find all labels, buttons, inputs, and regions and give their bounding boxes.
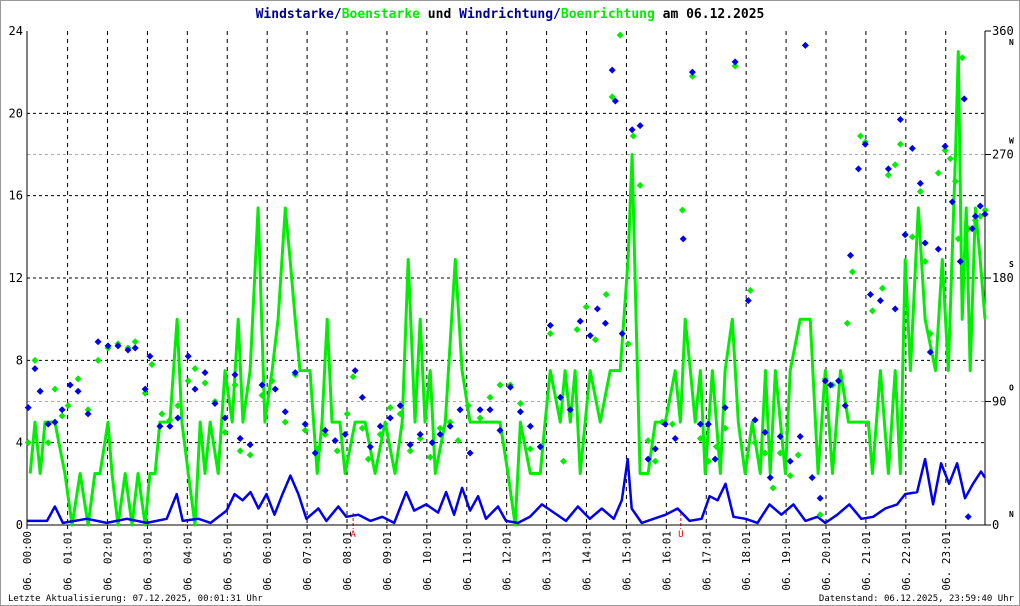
y-tick-label-right: 180	[992, 271, 1014, 285]
data-timestamp-text: Datenstand: 06.12.2025, 23:59:40 Uhr	[819, 594, 1015, 604]
y-tick-label-left: 20	[9, 106, 23, 120]
x-tick-label: 06. 17:01	[700, 531, 713, 591]
compass-label: O	[1009, 384, 1014, 393]
x-tick-label: 06. 05:01	[221, 531, 234, 591]
x-tick-label: 06. 13:01	[541, 531, 554, 591]
x-tick-label: 06. 09:01	[381, 531, 394, 591]
sun-marker-label: U	[678, 530, 683, 540]
y-tick-label-right: 0	[992, 518, 999, 532]
compass-label: W	[1009, 137, 1014, 146]
x-tick-label: 06. 15:01	[620, 531, 633, 591]
x-tick-label: 06. 20:01	[820, 531, 833, 591]
y-tick-label-left: 0	[16, 518, 23, 532]
x-tick-label: 06. 18:01	[740, 531, 753, 591]
x-tick-label: 06. 16:01	[660, 531, 673, 591]
y-tick-label-left: 16	[9, 189, 23, 203]
chart-border	[0, 0, 1020, 606]
wind-chart: Windstarke/Boenstarke und Windrichtung/B…	[0, 0, 1020, 606]
x-tick-label: 06. 06:01	[261, 531, 274, 591]
x-tick-label: 06. 14:01	[581, 531, 594, 591]
x-tick-label: 06. 12:01	[501, 531, 514, 591]
compass-label: S	[1009, 260, 1014, 269]
title-windrichtung: Windrichtung/	[459, 7, 561, 22]
title-boenrichtung: Boenrichtung	[561, 7, 655, 22]
compass-label: N	[1009, 510, 1014, 519]
x-tick-label: 06. 23:01	[940, 531, 953, 591]
y-tick-label-left: 4	[16, 436, 23, 450]
x-tick-label: 06. 00:00	[21, 531, 34, 591]
last-update-text: Letzte Aktualisierung: 07.12.2025, 00:01…	[8, 594, 263, 604]
title-date: am 06.12.2025	[655, 7, 765, 22]
x-tick-label: 06. 07:01	[301, 531, 314, 591]
x-tick-label: 06. 21:01	[860, 531, 873, 591]
y-tick-label-left: 24	[9, 24, 23, 38]
sun-marker-label: A	[350, 530, 356, 540]
x-tick-label: 06. 11:01	[461, 531, 474, 591]
y-tick-label-left: 12	[9, 271, 23, 285]
y-tick-label-right: 360	[992, 24, 1014, 38]
x-tick-label: 06. 01:01	[62, 531, 75, 591]
chart-title: Windstarke/Boenstarke und Windrichtung/B…	[256, 7, 765, 22]
compass-label: N	[1009, 38, 1014, 47]
x-tick-label: 06. 03:01	[141, 531, 154, 591]
x-tick-label: 06. 04:01	[181, 531, 194, 591]
y-tick-label-left: 8	[16, 353, 23, 367]
title-boenstarke: Boenstarke	[342, 7, 420, 22]
x-tick-label: 06. 19:01	[780, 531, 793, 591]
x-tick-label: 06. 02:01	[102, 531, 115, 591]
y-tick-label-right: 90	[992, 395, 1006, 409]
title-windstarke: Windstarke/	[256, 7, 342, 22]
x-tick-label: 06. 10:01	[421, 531, 434, 591]
x-tick-label: 06. 22:01	[900, 531, 913, 591]
title-und: und	[420, 7, 459, 22]
wind-chart-panel: Windstarke/Boenstarke und Windrichtung/B…	[0, 0, 1020, 606]
y-tick-label-right: 270	[992, 148, 1014, 162]
